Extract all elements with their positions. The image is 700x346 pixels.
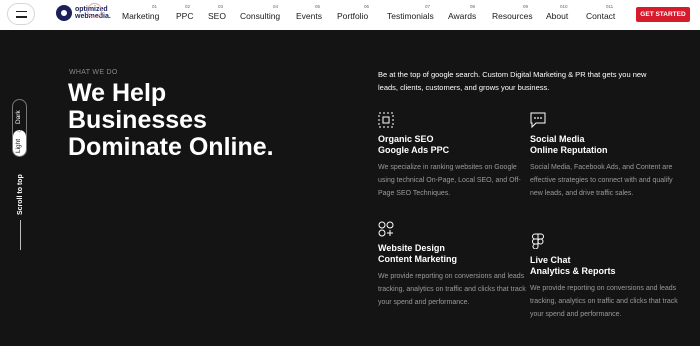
nav-item-awards[interactable]: Awards xyxy=(448,11,476,21)
service-subtitle: Analytics & Reports xyxy=(530,266,616,276)
hero-intro: Be at the top of google search. Custom D… xyxy=(378,70,647,92)
nav-number: 08 xyxy=(470,4,476,9)
nav-number: 010 xyxy=(560,4,568,9)
service-description: We provide reporting on conversions and … xyxy=(530,285,678,318)
nav-number: 03 xyxy=(218,4,224,9)
hamburger-icon xyxy=(15,16,27,18)
service-subtitle: Content Marketing xyxy=(378,254,458,264)
nav-item-seo[interactable]: SEO xyxy=(208,11,226,21)
service-card-social: Social Media Online Reputation Social Med… xyxy=(530,112,680,200)
frame-select-icon xyxy=(378,112,394,128)
service-card-seo: Organic SEO Google Ads PPC We specialize … xyxy=(378,112,528,200)
service-card-web-design: Website Design Content Marketing We provi… xyxy=(378,221,528,309)
nav-item-resources[interactable]: Resources xyxy=(492,11,533,21)
hamburger-icon xyxy=(15,10,27,12)
nav-number: 04 xyxy=(273,4,279,9)
dark-mode-label[interactable]: Dark xyxy=(15,110,22,124)
section-eyebrow: WHAT WE DO xyxy=(69,69,118,76)
nav-number: 011 xyxy=(606,4,614,9)
nav-item-testimonials[interactable]: Testimonials xyxy=(387,11,434,21)
service-description: We specialize in ranking websites on Goo… xyxy=(378,164,521,197)
service-card-live-chat: Live Chat Analytics & Reports We provide … xyxy=(530,233,680,321)
scroll-to-top-link[interactable]: Scroll to top xyxy=(17,174,24,215)
service-subtitle: Google Ads PPC xyxy=(378,145,450,155)
nav-number: 09 xyxy=(523,4,529,9)
nav-item-ppc[interactable]: PPC xyxy=(176,11,193,21)
hero-headline: We Help Businesses Dominate Online. xyxy=(68,79,274,161)
nav-number: 01 xyxy=(152,4,158,9)
nav-number: 06 xyxy=(364,4,370,9)
logo-icon xyxy=(56,5,72,21)
service-description: Social Media, Facebook Ads, and Content … xyxy=(530,164,673,197)
figma-icon xyxy=(532,233,544,249)
chat-bubble-icon xyxy=(530,112,546,128)
nav-item-events[interactable]: Events xyxy=(296,11,322,21)
service-subtitle: Online Reputation xyxy=(530,145,608,155)
nav-item-about[interactable]: About xyxy=(546,11,568,21)
nav-item-portfolio[interactable]: Portfolio xyxy=(337,11,368,21)
light-mode-label[interactable]: Light xyxy=(15,139,22,153)
sun-icon: ☼ xyxy=(16,127,23,134)
service-title: Social Media xyxy=(530,134,585,144)
nav-number: 02 xyxy=(185,4,191,9)
nav-item-consulting[interactable]: Consulting xyxy=(240,11,280,21)
nav-number: 07 xyxy=(425,4,431,9)
cursor-ring-icon xyxy=(87,3,102,18)
scroll-line xyxy=(20,220,21,250)
get-started-button[interactable]: GET STARTED xyxy=(636,7,690,22)
shapes-icon xyxy=(378,221,394,237)
nav-number: 05 xyxy=(315,4,321,9)
nav-item-marketing[interactable]: Marketing xyxy=(122,11,159,21)
service-title: Website Design xyxy=(378,243,445,253)
site-header: optimized webmedia. 01 Marketing 02 PPC … xyxy=(0,0,700,30)
nav-item-contact[interactable]: Contact xyxy=(586,11,615,21)
menu-button[interactable] xyxy=(7,3,35,25)
service-title: Organic SEO xyxy=(378,134,434,144)
service-title: Live Chat xyxy=(530,255,571,265)
service-description: We provide reporting on conversions and … xyxy=(378,273,526,306)
